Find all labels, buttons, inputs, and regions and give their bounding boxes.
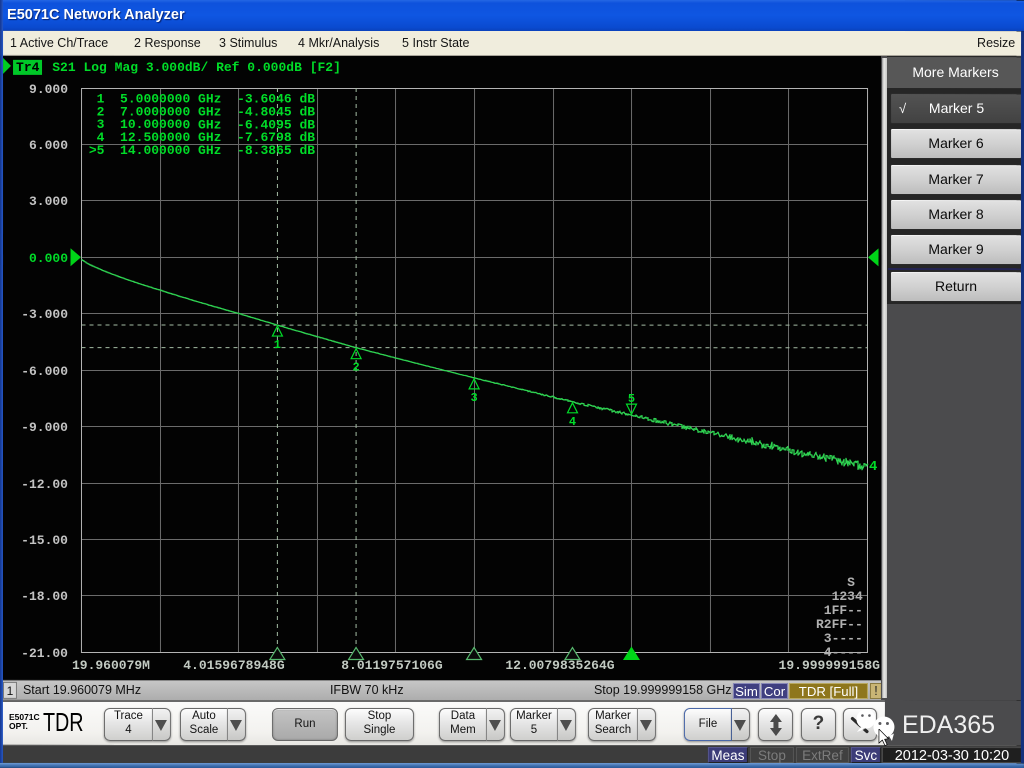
- svg-text:-6.000: -6.000: [21, 364, 68, 379]
- svg-text:4: 4: [569, 415, 576, 429]
- svg-text:-15.00: -15.00: [21, 533, 68, 548]
- svg-text:3----: 3----: [816, 631, 863, 646]
- svg-text:19.960079M: 19.960079M: [72, 658, 150, 673]
- svg-text:4: 4: [869, 459, 877, 475]
- svg-text:1234: 1234: [816, 589, 863, 604]
- svg-text:9.000: 9.000: [29, 82, 68, 97]
- svg-text:1: 1: [274, 338, 281, 352]
- svg-text:3: 3: [470, 391, 477, 405]
- svg-text:2: 2: [352, 361, 359, 375]
- svg-text:19.999999158G: 19.999999158G: [779, 658, 881, 673]
- svg-text:1FF--: 1FF--: [816, 603, 863, 618]
- svg-text:-9.000: -9.000: [21, 420, 68, 435]
- svg-text:R2FF--: R2FF--: [816, 617, 863, 632]
- svg-text:>5 14.000000 GHz -8.3865 dB: >5 14.000000 GHz -8.3865 dB: [81, 143, 315, 158]
- svg-text:12.0079835264G: 12.0079835264G: [505, 658, 614, 673]
- svg-text:EDA365: EDA365: [902, 711, 995, 739]
- svg-text:-3.000: -3.000: [21, 307, 68, 322]
- svg-text:-12.00: -12.00: [21, 477, 68, 492]
- svg-text:8.0119757106G: 8.0119757106G: [341, 658, 443, 673]
- svg-text:3.000: 3.000: [29, 194, 68, 209]
- svg-text:S: S: [816, 575, 855, 590]
- svg-text:4.0159678948G: 4.0159678948G: [183, 658, 285, 673]
- svg-text:0.000: 0.000: [29, 251, 68, 266]
- svg-text:-21.00: -21.00: [21, 646, 68, 661]
- svg-text:-18.00: -18.00: [21, 589, 68, 604]
- svg-text:6.000: 6.000: [29, 138, 68, 153]
